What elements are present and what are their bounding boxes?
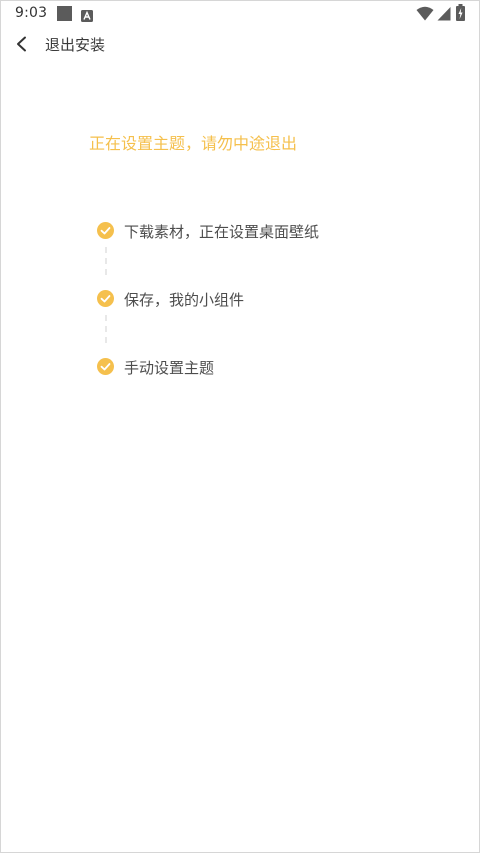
step-label: 下载素材，正在设置桌面壁纸 — [124, 223, 320, 241]
back-button[interactable] — [11, 31, 35, 57]
app-header: 退出安装 — [1, 27, 479, 61]
step-connector — [105, 315, 107, 343]
step-item: 下载素材，正在设置桌面壁纸 — [97, 219, 437, 243]
status-bar: 9:03 — [1, 1, 479, 27]
check-circle-icon — [97, 358, 114, 375]
step-item: 保存，我的小组件 — [97, 287, 437, 311]
header-title: 退出安装 — [45, 36, 106, 54]
check-circle-icon — [97, 222, 114, 239]
check-circle-icon — [97, 290, 114, 307]
chevron-left-icon — [17, 36, 26, 52]
step-connector — [105, 247, 107, 275]
step-item: 手动设置主题 — [97, 355, 437, 379]
notification-square-icon — [57, 6, 72, 21]
status-time: 9:03 — [15, 5, 48, 21]
screen: 9:03 退出安装 正在设置主题，请勿中途退出 下载素材，正在设置桌面壁纸 保存… — [0, 0, 480, 853]
step-label: 保存，我的小组件 — [124, 291, 245, 309]
battery-charging-icon — [456, 4, 465, 21]
install-steps-list: 下载素材，正在设置桌面壁纸 保存，我的小组件 手动设置主题 — [97, 219, 457, 389]
app-a-icon — [81, 7, 93, 22]
install-status-headline: 正在设置主题，请勿中途退出 — [89, 134, 298, 153]
wifi-icon — [416, 6, 434, 21]
signal-icon — [437, 6, 451, 21]
step-label: 手动设置主题 — [124, 359, 215, 377]
